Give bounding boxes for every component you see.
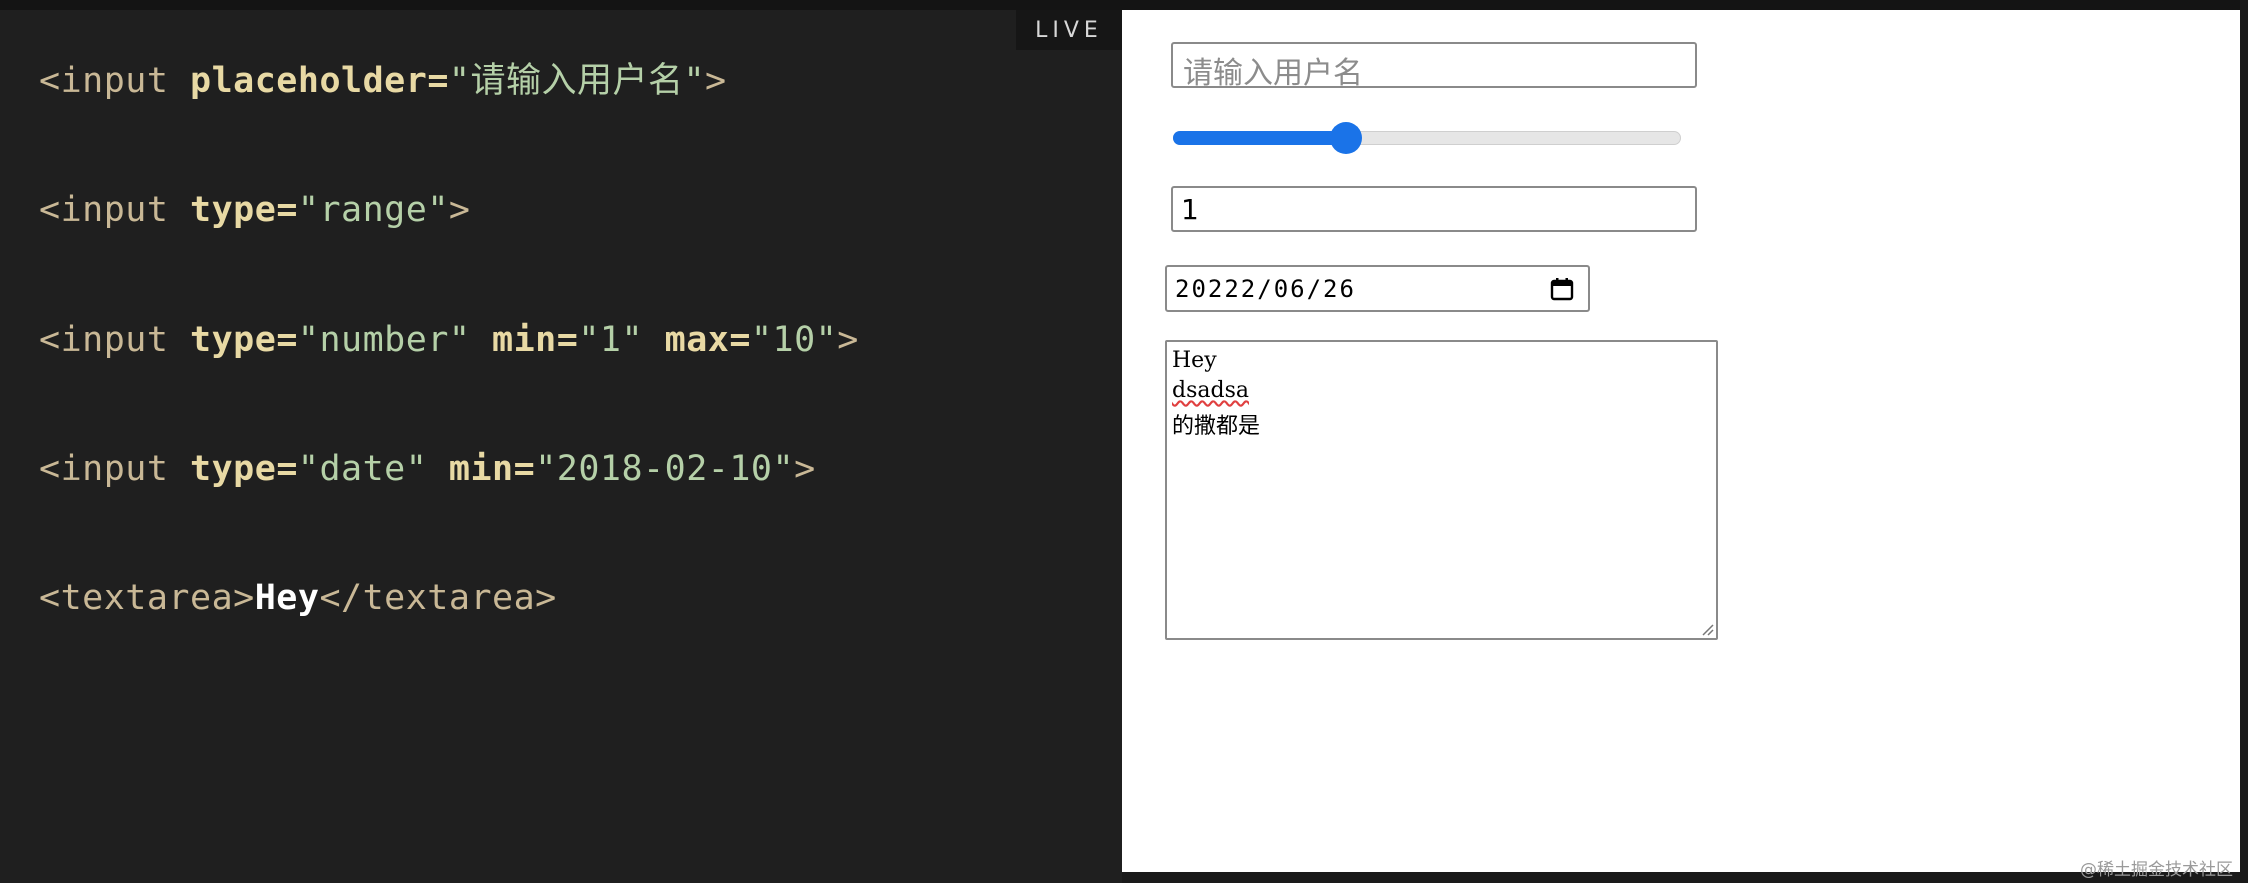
date-input[interactable]: 20222/06/26 (1165, 265, 1590, 312)
watermark: @稀土掘金技术社区 (2080, 860, 2233, 880)
number-input[interactable]: 1 (1171, 186, 1697, 232)
code-line-3: <input type="number" min="1" max="10"> (39, 320, 859, 360)
code-line-2: <input type="range"> (39, 190, 471, 230)
code-line-4: <input type="date" min="2018-02-10"> (39, 449, 816, 489)
top-bar (0, 0, 2248, 10)
username-placeholder: 请输入用户名 (1183, 56, 1363, 91)
textarea-line-1: Hey (1172, 348, 1217, 373)
resize-handle-icon[interactable] (1700, 622, 1714, 636)
code-line-5: <textarea>Hey</textarea> (39, 578, 557, 618)
range-slider-thumb[interactable] (1330, 122, 1363, 154)
textarea-line-2: dsadsa (1172, 378, 1249, 403)
live-badge: LIVE (1016, 10, 1122, 50)
frame-edge (2240, 0, 2248, 883)
username-input[interactable]: 请输入用户名 (1171, 42, 1697, 91)
calendar-icon[interactable] (1549, 276, 1575, 302)
number-value: 1 (1181, 193, 1199, 226)
code-line-1: <input placeholder="请输入用户名"> (39, 61, 727, 101)
textarea-line-3: 的撒都是 (1172, 414, 1261, 439)
textarea[interactable]: Hey dsadsa 的撒都是 (1165, 340, 1718, 640)
range-slider-fill (1173, 131, 1347, 145)
code-editor: <input placeholder="请输入用户名"> <input type… (0, 10, 1122, 883)
date-value: 20222/06/26 (1175, 275, 1356, 303)
